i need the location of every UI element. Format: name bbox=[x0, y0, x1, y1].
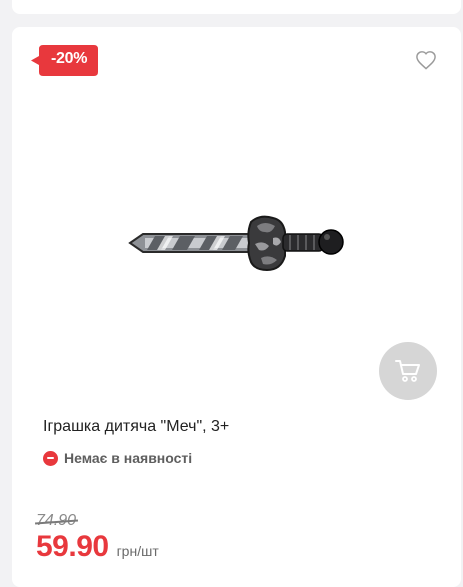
product-title[interactable]: Іграшка дитяча "Меч", 3+ bbox=[43, 418, 229, 436]
stock-status: Немає в наявності bbox=[43, 450, 192, 466]
price: 59.90 грн/шт bbox=[36, 530, 159, 564]
sword-toy-image bbox=[128, 215, 344, 272]
minus-circle-icon bbox=[43, 450, 58, 466]
product-image[interactable] bbox=[125, 210, 350, 275]
discount-badge-label: -20% bbox=[51, 50, 88, 67]
price-value: 59.90 bbox=[36, 530, 109, 563]
price-unit: грн/шт bbox=[116, 543, 159, 559]
wishlist-button[interactable] bbox=[415, 50, 437, 70]
previous-product-card bbox=[12, 0, 461, 14]
cart-icon bbox=[395, 360, 420, 382]
stock-status-label: Немає в наявності bbox=[64, 450, 193, 466]
product-card[interactable] bbox=[12, 27, 461, 587]
add-to-cart-button[interactable] bbox=[379, 342, 437, 400]
discount-badge: -20% bbox=[31, 45, 98, 76]
old-price: 74.90 bbox=[36, 512, 77, 529]
heart-icon bbox=[416, 51, 436, 70]
